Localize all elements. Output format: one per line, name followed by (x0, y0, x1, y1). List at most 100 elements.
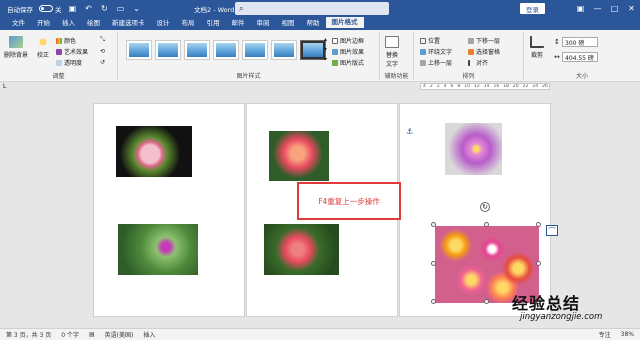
style-thumb-1[interactable] (126, 40, 152, 60)
tab-home[interactable]: 开始 (31, 17, 56, 30)
align-label: 对齐 (476, 60, 489, 67)
arrange-group: 位置 环绕文字 上移一层 下移一层 选择窗格 对齐 排列 (414, 32, 524, 80)
bring-forward-icon (420, 59, 426, 66)
resize-handle-t[interactable] (484, 222, 489, 227)
color-button[interactable]: 颜色 (56, 36, 76, 45)
zoom-level[interactable]: 38% (621, 331, 634, 338)
rotate-handle[interactable]: ↻ (480, 202, 490, 212)
tab-new[interactable]: 新建选项卡 (106, 17, 151, 30)
selection-pane-icon (468, 48, 474, 55)
ruler-corner-icon[interactable]: L (3, 83, 6, 90)
alt-text-button[interactable]: 替换文字 (384, 36, 400, 68)
undo-icon[interactable]: ↶ (84, 4, 94, 13)
transparency-button[interactable]: 透明度 (56, 58, 82, 67)
page-count[interactable]: 第 3 页，共 3 页 (6, 330, 51, 339)
search-box[interactable]: ⌕ (235, 2, 389, 15)
accessibility-group: 替换文字 辅助功能 (380, 32, 414, 80)
gallery-scroll[interactable]: ▴ ▾ ⏷ (323, 36, 328, 64)
resize-handle-tl[interactable] (431, 222, 436, 227)
send-backward-icon (468, 37, 474, 44)
scroll-up-icon[interactable]: ▴ (324, 36, 327, 43)
tab-references[interactable]: 引用 (201, 17, 226, 30)
login-button[interactable]: 登录 (520, 3, 545, 14)
annotation-box: F4重复上一步操作 (297, 182, 401, 220)
scroll-down-icon[interactable]: ▾ (324, 46, 327, 53)
correct-button[interactable]: 校正 (36, 36, 50, 59)
tab-picture-format[interactable]: 图片格式 (325, 17, 364, 30)
send-backward-button[interactable]: 下移一层 (468, 36, 500, 45)
height-icon: ↕ (554, 38, 560, 46)
annotation-text: F4重复上一步操作 (318, 196, 380, 206)
ruler-tick: 6 (450, 84, 454, 89)
height-input[interactable]: 300 磅 (562, 37, 598, 47)
tab-insert[interactable]: 插入 (56, 17, 81, 30)
arrange-group-label: 排列 (462, 73, 475, 80)
position-button[interactable]: 位置 (420, 36, 440, 45)
word-count[interactable]: 0 个字 (61, 330, 79, 339)
width-input[interactable]: 404.55 磅 (562, 52, 598, 62)
close-button[interactable]: ✕ (623, 4, 640, 13)
title-bar: 自动保存 关 ▣ ↶ ↻ ▭ ⌄ 文档2 - Word ⌕ 登录 ▣ — □ ✕ (0, 0, 640, 17)
ruler-strip[interactable]: 42246810121416182022242628303234363840 (420, 83, 550, 90)
flower-image-5[interactable] (445, 123, 502, 175)
tab-help[interactable]: 帮助 (301, 17, 326, 30)
tab-design[interactable]: 设计 (151, 17, 176, 30)
focus-mode[interactable]: 专注 (599, 330, 611, 339)
tab-layout[interactable]: 布局 (176, 17, 201, 30)
style-thumb-4[interactable] (213, 40, 239, 60)
bring-forward-button[interactable]: 上移一层 (420, 58, 452, 67)
document-icon[interactable]: ▭ (116, 4, 126, 13)
tab-draw[interactable]: 绘图 (81, 17, 106, 30)
effects-icon (332, 48, 338, 55)
flower-image-4[interactable] (264, 224, 339, 275)
send-backward-label: 下移一层 (476, 38, 501, 45)
compress-icon[interactable]: ⤡ (100, 36, 105, 44)
crop-button[interactable]: 裁剪 (530, 36, 544, 59)
layout-options-button[interactable]: ⌒ (546, 225, 558, 236)
style-thumb-2[interactable] (155, 40, 181, 60)
redo-icon[interactable]: ↻ (100, 4, 110, 13)
picture-border-button[interactable]: 图片边框 (332, 36, 364, 45)
more-styles-icon[interactable]: ⏷ (323, 56, 328, 64)
picture-layout-button[interactable]: 图片版式 (332, 58, 364, 67)
reset-picture-icon[interactable]: ↺ (100, 59, 105, 66)
remove-background-button[interactable]: 删除背景 (4, 36, 28, 59)
autosave-toggle[interactable] (39, 5, 53, 12)
tab-mailings[interactable]: 邮件 (226, 17, 251, 30)
resize-handle-b[interactable] (484, 299, 489, 304)
picture-effects-button[interactable]: 图片效果 (332, 47, 364, 56)
flower-image-1[interactable] (116, 126, 192, 177)
anchor-icon[interactable]: ⚓ (406, 127, 413, 136)
style-thumb-5[interactable] (242, 40, 268, 60)
picture-effects-label: 图片效果 (340, 49, 365, 56)
styles-group-label: 图片样式 (236, 73, 261, 80)
maximize-button[interactable]: □ (606, 4, 623, 13)
resize-handle-r[interactable] (536, 261, 541, 266)
tab-view[interactable]: 视图 (276, 17, 301, 30)
crop-icon (530, 36, 544, 48)
artistic-effects-button[interactable]: 艺术效果 (56, 47, 88, 56)
customize-toolbar-icon[interactable]: ⌄ (132, 4, 142, 13)
resize-handle-l[interactable] (431, 261, 436, 266)
wrap-text-button[interactable]: 环绕文字 (420, 47, 452, 56)
selection-pane-button[interactable]: 选择窗格 (468, 47, 500, 56)
ribbon: 删除背景 校正 颜色 艺术效果 透明度 ⤡ ⟲ ↺ 调整 ▴ ▾ ⏷ 图片边框 … (0, 30, 640, 82)
change-picture-icon[interactable]: ⟲ (100, 48, 105, 55)
style-thumb-3[interactable] (184, 40, 210, 60)
ribbon-display-icon[interactable]: ▣ (572, 4, 589, 13)
resize-handle-bl[interactable] (431, 299, 436, 304)
save-icon[interactable]: ▣ (68, 4, 78, 13)
minimize-button[interactable]: — (589, 4, 606, 13)
ruler-tick: 26 (542, 84, 548, 89)
flower-image-2[interactable] (118, 224, 198, 275)
proofing-icon[interactable]: ▤ (89, 331, 95, 338)
tab-file[interactable]: 文件 (6, 17, 31, 30)
insert-mode[interactable]: 插入 (143, 330, 155, 339)
resize-handle-tr[interactable] (536, 222, 541, 227)
tab-review[interactable]: 审阅 (251, 17, 276, 30)
flower-image-3[interactable] (269, 131, 329, 181)
align-icon (468, 59, 474, 66)
style-thumb-6[interactable] (271, 40, 297, 60)
language-label[interactable]: 英语(美国) (105, 330, 134, 339)
align-button[interactable]: 对齐 (468, 58, 488, 67)
